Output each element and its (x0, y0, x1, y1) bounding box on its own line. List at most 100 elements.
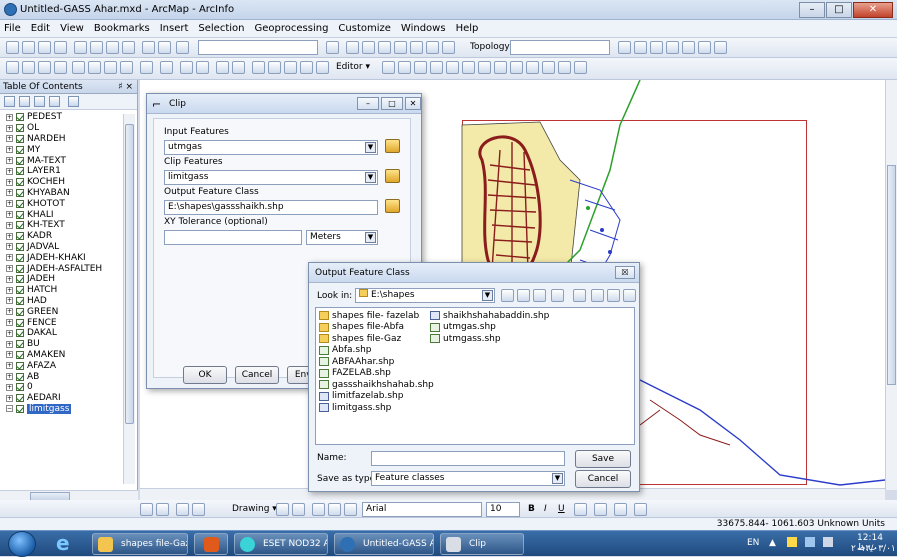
layer-item-jadeh-khaki[interactable]: + JADEH-KHAKI (0, 252, 122, 263)
rectangle-icon[interactable] (312, 503, 325, 516)
attributes-icon[interactable] (542, 61, 555, 74)
underline-button[interactable]: U (558, 504, 565, 514)
clock-date[interactable]: ۲۰۱۳/۰۳/۰۱ (851, 544, 896, 554)
italic-button[interactable]: I (544, 504, 547, 514)
reshape-icon[interactable] (478, 61, 491, 74)
edit-vertices-draw-icon[interactable] (344, 503, 357, 516)
ofc-close-button[interactable]: ☒ (615, 266, 635, 279)
list-by-selection-icon[interactable] (49, 96, 60, 107)
refresh-view-icon[interactable] (176, 503, 189, 516)
layer-item-dakal[interactable]: + DAKAL (0, 328, 122, 339)
output-feature-class-field[interactable]: E:\shapes\gassshaikh.shp (164, 200, 378, 215)
copy-icon[interactable] (90, 41, 103, 54)
full-extent-icon[interactable] (54, 61, 67, 74)
layer-visibility-checkbox[interactable] (16, 221, 24, 230)
file-item[interactable]: gassshaikhshahab.shp (319, 379, 434, 391)
layer-item-ab[interactable]: + AB (0, 371, 122, 382)
toc-vertical-scrollbar[interactable] (123, 114, 135, 484)
expand-toggle-icon[interactable]: + (6, 167, 13, 175)
add-data-icon[interactable] (176, 41, 189, 54)
menu-view[interactable]: View (60, 23, 84, 34)
expand-toggle-icon[interactable]: + (6, 329, 13, 337)
file-item[interactable]: utmgass.shp (430, 333, 549, 345)
layer-visibility-checkbox[interactable] (16, 264, 24, 273)
internet-explorer-icon[interactable]: e (56, 533, 76, 553)
clip-features-combo[interactable]: limitgass ▼ (164, 170, 378, 185)
layer-item-afaza[interactable]: + AFAZA (0, 360, 122, 371)
volume-icon[interactable] (823, 537, 833, 547)
edit-tool-icon[interactable] (382, 61, 395, 74)
layer-visibility-checkbox[interactable] (16, 318, 24, 327)
toc-options-icon[interactable] (68, 96, 79, 107)
maximize-button[interactable]: □ (826, 2, 852, 18)
font-combo[interactable]: Arial (362, 502, 482, 517)
browse-clip-folder-icon[interactable] (385, 169, 400, 183)
create-features-icon[interactable] (574, 61, 587, 74)
file-item[interactable]: limitfazelab.shp (319, 391, 434, 403)
clip-maximize-button[interactable]: □ (381, 97, 403, 110)
layer-item-kadr[interactable]: + KADR (0, 231, 122, 242)
zoom-in-icon[interactable] (6, 61, 19, 74)
forward-icon[interactable] (120, 61, 133, 74)
chevron-down-icon[interactable]: ▼ (365, 232, 376, 243)
layer-visibility-checkbox[interactable] (16, 286, 24, 295)
layer-visibility-checkbox[interactable] (16, 394, 24, 403)
layer-item-bu[interactable]: + BU (0, 339, 122, 350)
map-vertical-scrollbar[interactable] (885, 80, 897, 490)
up-one-level-icon[interactable] (501, 289, 514, 302)
find-icon[interactable] (268, 61, 281, 74)
list-by-visibility-icon[interactable] (34, 96, 45, 107)
font-color-icon[interactable] (574, 503, 587, 516)
menu-edit[interactable]: Edit (31, 23, 50, 34)
layer-item-khali[interactable]: + KHALI (0, 209, 122, 220)
layer-visibility-checkbox[interactable] (16, 329, 24, 338)
layer-item-layer1[interactable]: + LAYER1 (0, 166, 122, 177)
chevron-down-icon[interactable]: ▼ (552, 473, 563, 484)
route-icon[interactable] (284, 61, 297, 74)
layer-item-had[interactable]: + HAD (0, 296, 122, 307)
layer-item-kh-text[interactable]: + KH-TEXT (0, 220, 122, 231)
chevron-down-icon[interactable]: ▼ (365, 172, 376, 183)
layer-visibility-checkbox[interactable] (16, 361, 24, 370)
editor-menu[interactable]: Editor ▾ (336, 62, 370, 72)
expand-toggle-icon[interactable]: + (6, 211, 13, 219)
expand-toggle-icon[interactable]: + (6, 394, 13, 402)
layer-item-amaken[interactable]: + AMAKEN (0, 350, 122, 361)
font-size-combo[interactable]: 10 (486, 502, 520, 517)
layer-visibility-checkbox[interactable] (16, 350, 24, 359)
menu-file[interactable]: File (4, 23, 21, 34)
menu-windows[interactable]: Windows (401, 23, 446, 34)
expand-toggle-icon[interactable]: + (6, 178, 13, 186)
expand-toggle-icon[interactable]: + (6, 135, 13, 143)
input-features-combo[interactable]: utmgas ▼ (164, 140, 378, 155)
menu-customize[interactable]: Customize (338, 23, 391, 34)
layer-item-nardeh[interactable]: + NARDEH (0, 134, 122, 145)
drawing-menu[interactable]: Drawing ▾ (232, 504, 277, 514)
minimize-button[interactable]: – (799, 2, 825, 18)
file-item[interactable]: shapes file-Gaz (319, 333, 434, 345)
expand-toggle-icon[interactable]: + (6, 383, 13, 391)
file-item[interactable]: Abfa.shp (319, 345, 434, 357)
layer-visibility-checkbox[interactable] (16, 404, 24, 413)
layer-visibility-checkbox[interactable] (16, 340, 24, 349)
paste-icon[interactable] (106, 41, 119, 54)
clip-cancel-button[interactable]: Cancel (235, 366, 279, 384)
expand-toggle-icon[interactable]: + (6, 254, 13, 262)
menu-bookmarks[interactable]: Bookmarks (94, 23, 150, 34)
expand-toggle-icon[interactable]: + (6, 221, 13, 229)
catalog-icon[interactable] (362, 41, 375, 54)
save-icon[interactable] (38, 41, 51, 54)
topology-edit-icon[interactable] (650, 41, 663, 54)
layer-visibility-checkbox[interactable] (16, 275, 24, 284)
identify-icon[interactable] (196, 61, 209, 74)
layer-visibility-checkbox[interactable] (16, 232, 24, 241)
toc-close-button[interactable]: ♯ × (118, 80, 133, 94)
layer-item-kocheh[interactable]: + KOCHEH (0, 177, 122, 188)
expand-toggle-icon[interactable]: + (6, 286, 13, 294)
file-item[interactable]: limitgass.shp (319, 402, 434, 414)
expand-toggle-icon[interactable]: − (6, 405, 13, 413)
expand-toggle-icon[interactable]: + (6, 124, 13, 132)
taskbar-shapes-file-gaz[interactable]: shapes file-Gaz (92, 533, 188, 555)
zoom-out-icon[interactable] (22, 61, 35, 74)
language-indicator[interactable]: EN (747, 538, 759, 548)
